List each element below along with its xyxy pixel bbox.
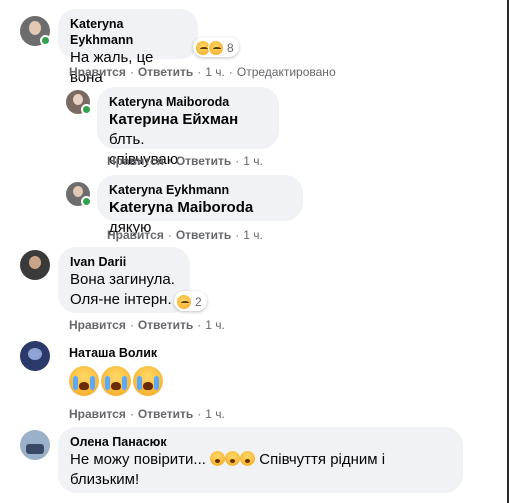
edited-label[interactable]: Отредактировано [237,65,336,79]
reaction-count: 2 [195,294,202,309]
comment-actions: Нравится · Ответить · 1 ч. [107,154,263,168]
comment-bubble: Ivan Darii Вона загинула. Оля-не інтерн. [58,247,190,313]
reaction-count: 8 [227,40,234,55]
like-button[interactable]: Нравится [107,228,164,242]
comment-author[interactable]: Ivan Darii [70,254,178,270]
crying-emoji-icon [133,366,163,396]
timestamp[interactable]: 1 ч. [205,65,225,79]
reply-button[interactable]: Ответить [138,65,193,79]
mention-link[interactable]: Kateryna Maiboroda [109,199,253,216]
reply-button[interactable]: Ответить [138,407,193,421]
avatar[interactable] [20,250,50,280]
emoji-message [69,366,163,396]
crying-emoji-icon [225,451,241,466]
like-button[interactable]: Нравится [107,154,164,168]
comment-author[interactable]: Наташа Волик [69,345,157,361]
crying-emoji-icon [240,451,256,466]
reply-button[interactable]: Ответить [176,228,231,242]
crying-emoji-icon [69,366,99,396]
comment-text: Не можу повірити... Співчуття рідним і [70,451,386,468]
avatar[interactable] [20,430,50,460]
comment-text-line: близьким! [70,471,140,488]
reply-button[interactable]: Ответить [176,154,231,168]
comment-author[interactable]: Kateryna Eykhmann [70,16,186,48]
comment-actions: Нравится · Ответить · 1 ч. [69,318,225,332]
comment-actions: Нравится · Ответить · 1 ч. · Отредактировано [69,65,336,79]
comment-bubble: Kateryna Maiboroda Катерина Ейхман блть.… [97,87,279,168]
comment-text: Катерина Ейхман блть. [109,111,239,148]
comment-text: Вона загинула. [70,271,175,288]
reaction-badge[interactable]: 8 [193,37,239,57]
reply-button[interactable]: Ответить [138,318,193,332]
comment-text-line: Оля-не інтерн. [70,291,172,308]
comment-bubble: Kateryna Eykhmann Kateryna Maiboroda дяк… [97,175,303,236]
sad-reaction-icon [176,293,192,310]
crying-emoji-icon [101,366,131,396]
like-button[interactable]: Нравится [69,318,126,332]
timestamp[interactable]: 1 ч. [205,407,225,421]
comment-author[interactable]: Олена Панасюк [70,434,451,450]
comment-author[interactable]: Kateryna Eykhmann [109,182,291,198]
online-status-icon [40,35,51,46]
timestamp[interactable]: 1 ч. [205,318,225,332]
timestamp[interactable]: 1 ч. [243,228,263,242]
comment-bubble: Kateryna Eykhmann На жаль, це вона [58,9,198,86]
comment-author[interactable]: Kateryna Maiboroda [109,94,267,110]
comment-bubble: Олена Панасюк Не можу повірити... Співчу… [58,427,463,493]
comment-author-row: Наташа Волик [69,345,157,361]
like-button[interactable]: Нравится [69,65,126,79]
online-status-icon [81,104,92,115]
mention-link[interactable]: Катерина Ейхман [109,111,238,128]
online-status-icon [81,196,92,207]
reaction-badge[interactable]: 2 [174,291,207,311]
crying-emoji-icon [210,451,226,466]
timestamp[interactable]: 1 ч. [243,154,263,168]
comment-actions: Нравится · Ответить · 1 ч. [69,407,225,421]
avatar[interactable] [20,341,50,371]
comment-actions: Нравится · Ответить · 1 ч. [107,228,263,242]
like-button[interactable]: Нравится [69,407,126,421]
wow-reaction-icon [208,39,224,56]
